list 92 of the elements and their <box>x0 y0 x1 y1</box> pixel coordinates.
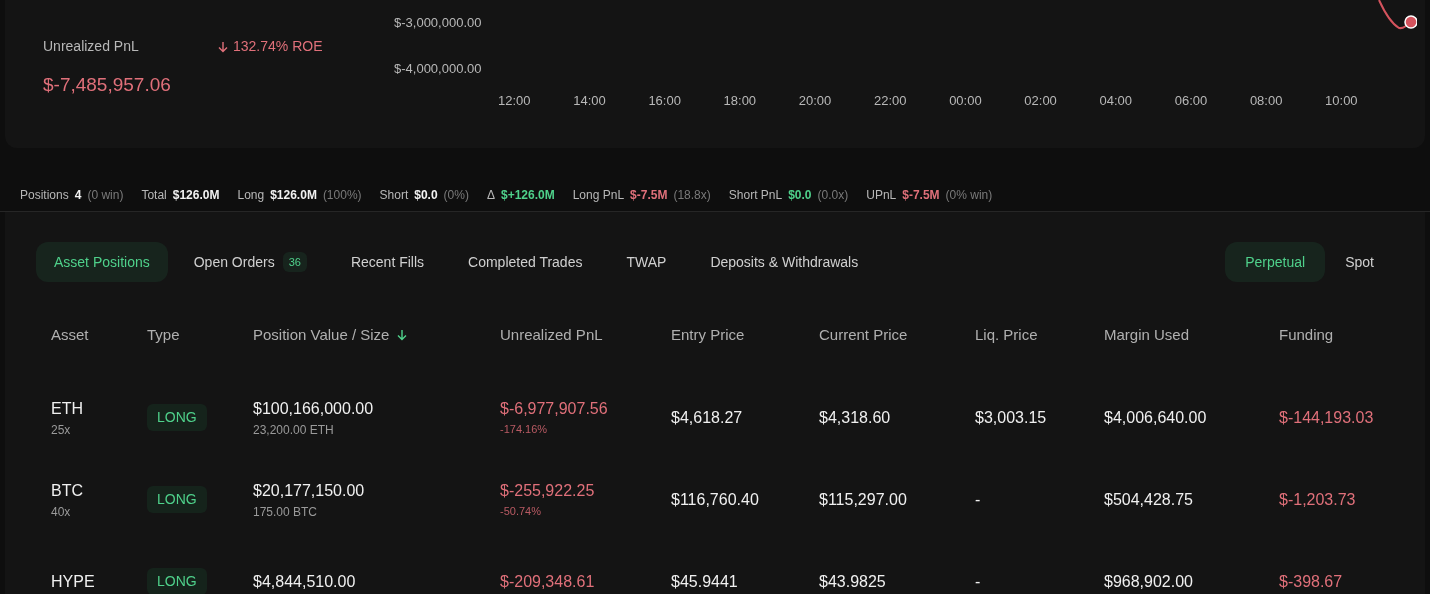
position-value: $100,166,000.00 <box>253 398 375 419</box>
column-header[interactable]: Position Value / Size <box>253 324 390 347</box>
stat-value: $0.0 <box>414 186 438 204</box>
stat-value: $+126.0M <box>500 186 555 204</box>
tab[interactable]: Deposits & Withdrawals <box>692 242 877 282</box>
stat-label: Short PnL <box>728 186 783 204</box>
stat-value: $126.0M <box>172 186 220 204</box>
tab[interactable]: Open Orders 36 <box>175 242 325 282</box>
position-size: 23,200.00 ETH <box>253 421 335 439</box>
entry-price: $45.9441 <box>671 571 739 592</box>
tab[interactable]: Spot <box>1325 242 1394 282</box>
stat-value: $126.0M <box>270 186 317 204</box>
current-price: $43.9825 <box>819 571 887 592</box>
x-axis-label: 06:00 <box>1174 92 1209 110</box>
funding: $-398.67 <box>1279 571 1344 592</box>
stat-note: (100%) <box>322 186 362 204</box>
current-price: $115,297.00 <box>819 489 908 510</box>
stat-label: Total <box>141 186 167 204</box>
x-axis-label: 02:00 <box>1024 92 1058 110</box>
type-badge: LONG <box>147 404 207 431</box>
pnl-percent: -174.16% <box>500 422 549 438</box>
down-arrow-icon <box>218 40 228 53</box>
column-header[interactable]: Current Price <box>819 324 908 347</box>
pnl-value: $-255,922.25 <box>500 481 596 502</box>
stat-label: Long PnL <box>572 186 625 204</box>
x-axis-label: 00:00 <box>949 92 983 110</box>
column-header[interactable]: Margin Used <box>1104 324 1190 347</box>
pnl-percent: -50.74% <box>500 504 542 520</box>
stat-note: (0 win) <box>87 186 124 204</box>
stat-label: UPnL <box>866 186 897 204</box>
entry-price: $116,760.40 <box>671 489 760 510</box>
tab[interactable]: Asset Positions <box>36 242 168 282</box>
column-header[interactable]: Type <box>147 324 180 347</box>
column-header[interactable]: Entry Price <box>671 324 745 347</box>
position-value: $4,844,510.00 <box>253 571 357 592</box>
pnl-value: $-6,977,907.56 <box>500 399 609 420</box>
pnl-value: $-209,348.61 <box>500 571 596 592</box>
stat-label: Long <box>237 186 265 204</box>
x-axis-label: 16:00 <box>648 92 682 110</box>
x-axis-label: 14:00 <box>573 92 607 110</box>
tab[interactable]: Completed Trades <box>450 242 601 282</box>
stat-note: (18.8x) <box>673 186 711 204</box>
x-axis-label: 12:00 <box>498 92 532 110</box>
asset-name: BTC <box>51 480 84 501</box>
tab[interactable]: TWAP <box>608 242 685 282</box>
position-value: $20,177,150.00 <box>253 480 366 501</box>
unrealized-pnl-value: $-7,485,957.06 <box>43 73 172 97</box>
unrealized-pnl-label: Unrealized PnL <box>43 37 140 56</box>
stat-note: (0%) <box>443 186 469 204</box>
margin-used: $4,006,640.00 <box>1104 407 1208 428</box>
x-axis-label: 18:00 <box>723 92 758 110</box>
count-badge: 36 <box>282 251 307 273</box>
sort-down-arrow-icon[interactable] <box>397 329 408 342</box>
leverage: 25x <box>51 421 72 439</box>
stat-label: Positions <box>20 186 69 204</box>
x-axis-label: 10:00 <box>1325 92 1359 110</box>
position-size: 175.00 BTC <box>253 503 319 521</box>
margin-used: $504,428.75 <box>1104 489 1194 510</box>
column-header[interactable]: Funding <box>1279 324 1334 347</box>
leverage: 40x <box>51 503 72 521</box>
liq-price: - <box>975 571 982 592</box>
funding: $-1,203.73 <box>1279 489 1357 510</box>
y-axis-label: $-3,000,000.00 <box>394 14 482 32</box>
x-axis-label: 20:00 <box>798 92 833 110</box>
x-axis-label: 04:00 <box>1099 92 1134 110</box>
column-header[interactable]: Asset <box>51 324 89 347</box>
type-badge: LONG <box>147 568 207 594</box>
stat-label: Short <box>379 186 409 204</box>
asset-name: ETH <box>51 398 84 419</box>
asset-name: HYPE <box>51 571 96 592</box>
x-axis-label: 08:00 <box>1249 92 1284 110</box>
type-badge: LONG <box>147 486 207 513</box>
y-axis-label: $-4,000,000.00 <box>394 59 482 78</box>
x-axis-label: 22:00 <box>873 92 908 110</box>
funding: $-144,193.03 <box>1279 407 1375 428</box>
stat-value: $-7.5M <box>902 186 940 204</box>
liq-price: $3,003.15 <box>975 407 1048 428</box>
liq-price: - <box>975 489 982 510</box>
current-price: $4,318.60 <box>819 407 892 428</box>
stat-value: $-7.5M <box>630 186 668 204</box>
margin-used: $968,902.00 <box>1104 571 1194 592</box>
stat-note: (0% win) <box>945 186 993 204</box>
stat-value: 4 <box>74 186 82 204</box>
entry-price: $4,618.27 <box>671 407 744 428</box>
roe-value: 132.74% ROE <box>233 37 323 56</box>
column-header[interactable]: Liq. Price <box>975 324 1038 347</box>
stat-value: $0.0 <box>788 186 812 204</box>
tab[interactable]: Perpetual <box>1225 242 1326 282</box>
stat-label: Δ <box>486 186 495 204</box>
stat-note: (0.0x) <box>817 186 849 204</box>
tab[interactable]: Recent Fills <box>332 242 443 282</box>
column-header[interactable]: Unrealized PnL <box>500 324 603 347</box>
